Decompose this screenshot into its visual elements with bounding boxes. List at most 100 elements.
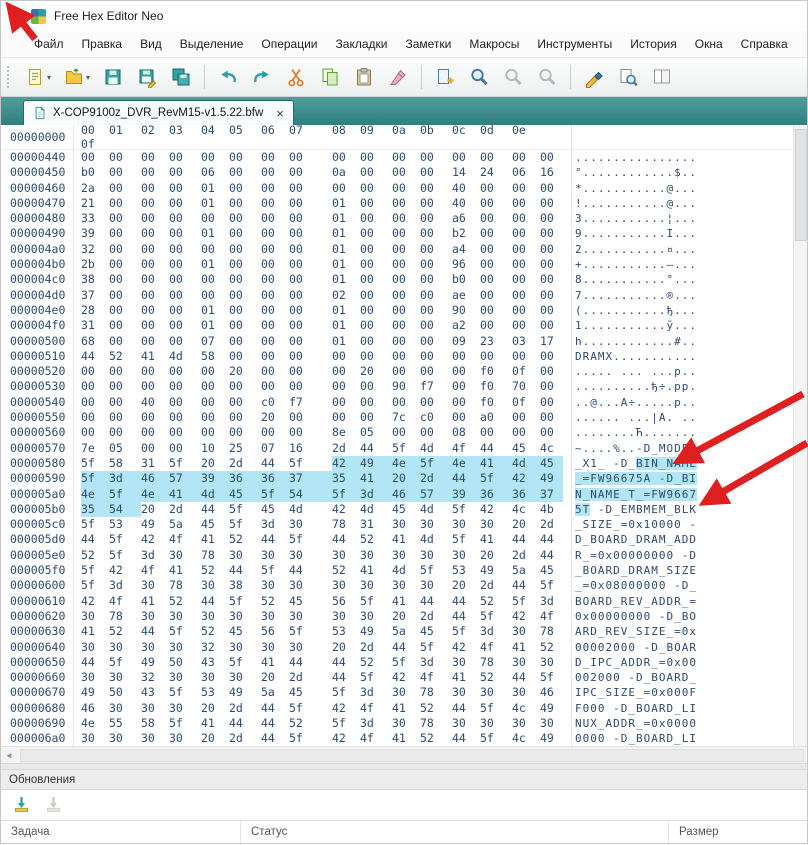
ascii-text[interactable]: 8...........°... — [575, 273, 697, 286]
hex-byte[interactable]: 52 — [540, 640, 563, 655]
copy-button[interactable] — [313, 62, 347, 92]
hex-byte[interactable]: 00 — [332, 349, 360, 364]
hex-byte[interactable]: 53 — [332, 624, 360, 639]
hex-byte[interactable]: 30 — [201, 609, 229, 624]
hex-byte[interactable]: 00 — [512, 425, 540, 440]
hex-byte[interactable]: 00 — [229, 242, 261, 257]
ascii-text[interactable]: 00002000 -D_BOAR — [575, 641, 697, 654]
hex-byte[interactable]: 30 — [169, 701, 201, 716]
hex-byte[interactable]: 30 — [81, 731, 109, 746]
hex-byte[interactable]: 30 — [289, 517, 332, 532]
hex-byte[interactable]: 90 — [452, 303, 480, 318]
hex-byte[interactable]: 00 — [229, 410, 261, 425]
hex-byte[interactable]: 10 — [201, 441, 229, 456]
hex-byte[interactable]: 53 — [109, 517, 141, 532]
hex-byte[interactable]: 00 — [420, 318, 452, 333]
hex-byte[interactable]: 20 — [201, 701, 229, 716]
hex-byte[interactable]: 01 — [201, 303, 229, 318]
hex-byte[interactable]: 41 — [81, 624, 109, 639]
hex-byte[interactable]: 42 — [332, 701, 360, 716]
ascii-text[interactable]: 1...........ў... — [575, 319, 697, 332]
hex-byte[interactable]: 41 — [201, 716, 229, 731]
hex-byte[interactable]: 30 — [289, 548, 332, 563]
menu-item-windows[interactable]: Окна — [686, 33, 732, 55]
hex-byte[interactable]: 30 — [261, 548, 289, 563]
hex-byte[interactable]: 00 — [81, 395, 109, 410]
hex-byte[interactable]: 00 — [81, 379, 109, 394]
hex-byte[interactable]: 5f — [109, 532, 141, 547]
hex-byte[interactable]: 46 — [141, 471, 169, 486]
hex-byte[interactable]: 52 — [289, 716, 332, 731]
hex-byte[interactable]: 00 — [229, 150, 261, 165]
hex-byte[interactable]: 00 — [480, 181, 512, 196]
hex-byte[interactable]: 58 — [141, 716, 169, 731]
hex-byte[interactable]: 00 — [540, 150, 563, 165]
hex-byte[interactable]: 41 — [392, 731, 420, 746]
hex-byte[interactable]: 4c — [512, 731, 540, 746]
hex-byte[interactable]: 00 — [169, 196, 201, 211]
hex-byte[interactable]: 00 — [289, 364, 332, 379]
hex-byte[interactable]: 3d — [109, 578, 141, 593]
hex-byte[interactable]: 52 — [201, 563, 229, 578]
fill-button[interactable] — [577, 62, 611, 92]
hex-byte[interactable]: 38 — [229, 578, 261, 593]
hex-byte[interactable]: 00 — [420, 242, 452, 257]
hex-byte[interactable]: 42 — [392, 670, 420, 685]
menu-item-view[interactable]: Вид — [131, 33, 171, 55]
hex-byte[interactable]: 00 — [109, 181, 141, 196]
hex-byte[interactable]: 00 — [540, 181, 563, 196]
hex-byte[interactable]: 00 — [480, 257, 512, 272]
hex-byte[interactable]: 00 — [392, 395, 420, 410]
hex-byte[interactable]: 30 — [420, 548, 452, 563]
hex-byte[interactable]: 30 — [452, 655, 480, 670]
hex-byte[interactable]: 00 — [261, 364, 289, 379]
hex-byte[interactable]: 40 — [452, 181, 480, 196]
hex-byte[interactable]: 00 — [229, 349, 261, 364]
ascii-text[interactable]: _=0x08000000 -D_ — [575, 579, 697, 592]
menu-item-edit[interactable]: Правка — [73, 33, 132, 55]
hex-byte[interactable]: 57 — [420, 487, 452, 502]
ascii-text[interactable]: 9...........І... — [575, 227, 697, 240]
hex-byte[interactable]: 2d — [332, 441, 360, 456]
hex-byte[interactable]: 5f — [169, 716, 201, 731]
hex-byte[interactable]: 2d — [540, 517, 563, 532]
hex-byte[interactable]: 20 — [261, 410, 289, 425]
hex-byte[interactable]: 56 — [332, 594, 360, 609]
hex-byte[interactable]: 00 — [360, 303, 392, 318]
hex-byte[interactable]: 5f — [289, 731, 332, 746]
hex-byte[interactable]: 49 — [360, 456, 392, 471]
ascii-text[interactable]: R_=0x00000000 -D — [575, 549, 697, 562]
hex-byte[interactable]: 00 — [261, 288, 289, 303]
hex-byte[interactable]: 00 — [512, 272, 540, 287]
hex-byte[interactable]: 4e — [81, 487, 109, 502]
hex-byte[interactable]: 00 — [512, 303, 540, 318]
hex-byte[interactable]: 00 — [420, 165, 452, 180]
hex-byte[interactable]: 00 — [141, 334, 169, 349]
hex-byte[interactable]: 00 — [392, 288, 420, 303]
hex-byte[interactable]: 5f — [512, 594, 540, 609]
hex-byte[interactable]: 01 — [332, 318, 360, 333]
column-status[interactable]: Статус — [241, 821, 669, 843]
hex-byte[interactable]: 30 — [332, 609, 360, 624]
hex-byte[interactable]: 20 — [201, 731, 229, 746]
hex-byte[interactable]: 00 — [261, 379, 289, 394]
hex-byte[interactable]: 45 — [540, 563, 563, 578]
hex-byte[interactable]: 08 — [452, 425, 480, 440]
hex-byte[interactable]: 00 — [169, 288, 201, 303]
hex-byte[interactable]: 42 — [452, 640, 480, 655]
hex-byte[interactable]: 16 — [540, 165, 563, 180]
hex-byte[interactable]: 00 — [512, 226, 540, 241]
hex-byte[interactable]: 01 — [201, 257, 229, 272]
hex-byte[interactable]: 41 — [480, 456, 512, 471]
hex-byte[interactable]: 4f — [360, 701, 392, 716]
hex-byte[interactable]: 4d — [420, 532, 452, 547]
hex-byte[interactable]: 44 — [512, 532, 540, 547]
hex-byte[interactable]: 00 — [261, 242, 289, 257]
hex-byte[interactable]: 30 — [289, 640, 332, 655]
hex-byte[interactable]: 30 — [201, 670, 229, 685]
hex-byte[interactable]: f7 — [420, 379, 452, 394]
hex-byte[interactable]: 42 — [512, 609, 540, 624]
ascii-text[interactable]: DRAMX........... — [575, 350, 697, 363]
hex-byte[interactable]: 00 — [392, 272, 420, 287]
hex-byte[interactable]: 00 — [261, 211, 289, 226]
